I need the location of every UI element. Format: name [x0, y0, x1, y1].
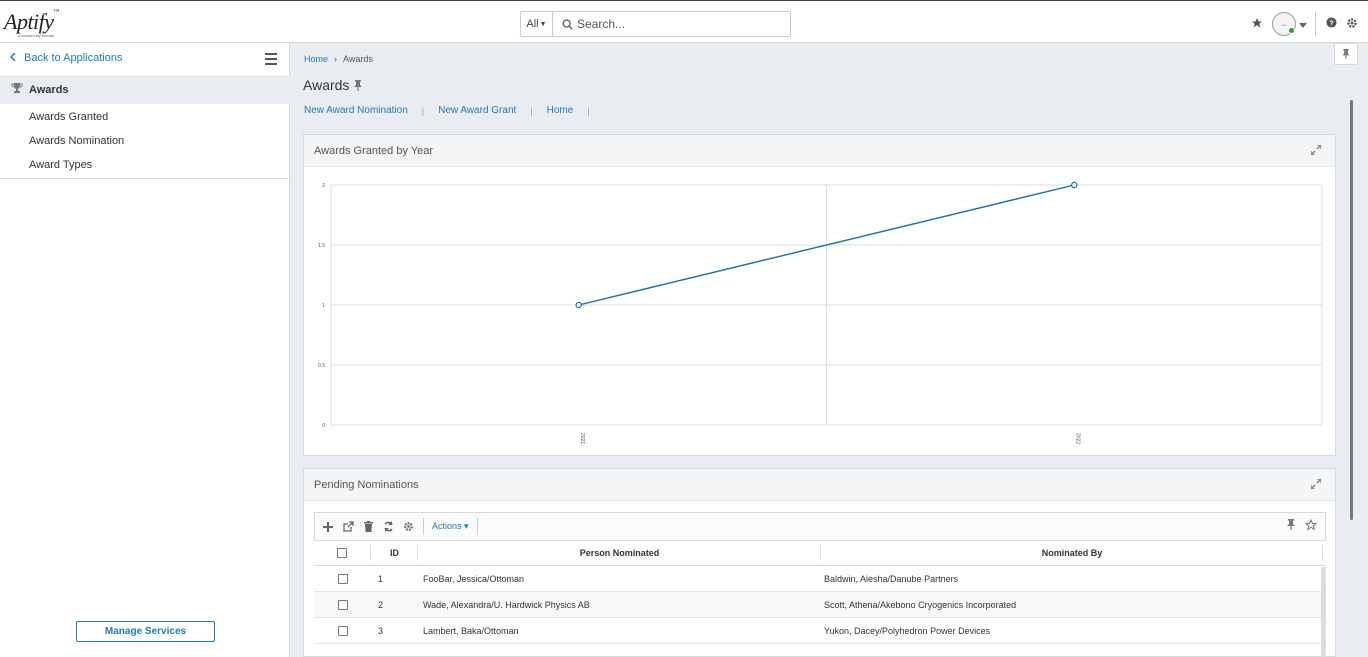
data-point: [1071, 181, 1078, 189]
grid-settings-gear-icon[interactable]: [401, 521, 415, 532]
row-checkbox[interactable]: [338, 618, 348, 643]
main-scrollbar[interactable]: [1350, 100, 1353, 520]
pending-nominations-card: Pending Nominations Actions ▾ ID Person …: [303, 468, 1336, 657]
new-award-grant-link[interactable]: New Award Grant: [438, 105, 516, 116]
table-row[interactable]: 2 Wade, Alexandra/U. Hardwick Physics AB…: [314, 592, 1326, 618]
page-action-links: New Award Nomination | New Award Grant |…: [304, 105, 604, 116]
link-separator: |: [530, 105, 533, 116]
chart-card-header: Awards Granted by Year: [304, 135, 1335, 167]
new-award-nomination-link[interactable]: New Award Nomination: [304, 105, 408, 116]
column-header-person-nominated[interactable]: Person Nominated: [419, 541, 820, 565]
table-row[interactable]: 1 FooBar, Jessica/Ottoman Baldwin, Aiesh…: [314, 566, 1326, 592]
y-tick-label: 2: [322, 183, 325, 189]
y-tick-label: 0: [322, 423, 325, 429]
x-tick-label: 2022: [1074, 433, 1080, 444]
chart-card-title: Awards Granted by Year: [314, 144, 434, 157]
y-tick-label: 0.5: [318, 363, 325, 369]
search-input[interactable]: [577, 17, 777, 31]
logo-tagline: a community brands: [18, 33, 55, 38]
top-bar: Aptify™ a community brands All▼ user ?: [0, 0, 1368, 43]
y-tick-label: 1: [322, 303, 325, 309]
breadcrumb-home[interactable]: Home: [304, 54, 328, 64]
trophy-icon: [11, 82, 23, 97]
back-to-applications-link[interactable]: Back to Applications: [9, 52, 122, 64]
pin-icon: [1342, 49, 1350, 59]
pin-panel-button[interactable]: [1334, 43, 1358, 65]
y-tick-label: 1.5: [318, 243, 325, 249]
sidebar-item-awards-nomination[interactable]: Awards Nomination: [29, 135, 124, 147]
online-status-dot: [1288, 27, 1295, 34]
delete-trash-icon[interactable]: [361, 521, 375, 532]
page-title: Awards: [303, 77, 350, 93]
link-separator: |: [421, 105, 425, 116]
breadcrumb-current: Awards: [343, 54, 373, 64]
toolbar-divider: [476, 518, 478, 535]
svg-text:?: ?: [1329, 18, 1334, 27]
pin-icon[interactable]: [354, 80, 362, 94]
data-point: [575, 301, 582, 309]
favorite-star-outline-icon[interactable]: [1304, 518, 1318, 534]
nominations-grid: ID Person Nominated Nominated By 1 FooBa…: [314, 541, 1326, 657]
sidebar: Back to Applications Awards Awards Grant…: [0, 43, 290, 657]
search-icon: [557, 18, 577, 30]
breadcrumb-separator: ›: [334, 54, 338, 64]
caret-down-icon: ▼: [539, 20, 547, 28]
table-row[interactable]: 3 Lambert, Baka/Ottoman Yukon, Dacey/Pol…: [314, 618, 1326, 644]
row-id: 1: [378, 573, 384, 584]
row-person-nominated: FooBar, Jessica/Ottoman: [423, 573, 525, 584]
grid-scrollbar[interactable]: [1321, 567, 1326, 657]
search-scope-dropdown[interactable]: All ▼: [521, 12, 553, 36]
sidebar-item-awards[interactable]: Awards: [0, 75, 290, 104]
column-header-id[interactable]: ID: [390, 541, 399, 565]
pin-icon[interactable]: [1287, 519, 1295, 534]
select-all-checkbox[interactable]: [337, 541, 347, 565]
sidebar-item-awards-granted[interactable]: Awards Granted: [29, 111, 108, 123]
expand-icon[interactable]: [1310, 478, 1322, 492]
expand-icon[interactable]: [1310, 144, 1322, 158]
add-icon[interactable]: [321, 521, 335, 532]
actions-dropdown[interactable]: Actions ▾: [432, 521, 469, 532]
x-tick-label: 2021: [579, 433, 585, 444]
row-checkbox[interactable]: [338, 566, 348, 591]
column-header-nominated-by[interactable]: Nominated By: [822, 541, 1322, 565]
menu-toggle-icon[interactable]: [265, 53, 277, 68]
table-card-header: Pending Nominations: [304, 469, 1335, 501]
awards-granted-chart-card: Awards Granted by Year 0 0.5 1 1.5 2 2021 2022: [303, 134, 1336, 456]
row-nominated-by: Baldwin, Aiesha/Danube Partners: [824, 573, 959, 584]
app-logo[interactable]: Aptify™: [4, 9, 59, 35]
row-nominated-by: Scott, Athena/Akebono Cryogenics Incorpo…: [824, 599, 1017, 610]
global-search: All ▼: [520, 11, 791, 37]
sidebar-item-award-types[interactable]: Award Types: [29, 159, 92, 171]
open-new-window-icon[interactable]: [341, 521, 355, 532]
user-menu-caret-icon[interactable]: [1299, 20, 1307, 32]
awards-line-chart: 0 0.5 1 1.5 2 2021 2022: [318, 181, 1323, 444]
toolbar-divider: [1315, 12, 1316, 36]
toolbar-divider: [423, 518, 424, 535]
manage-services-button[interactable]: Manage Services: [76, 621, 215, 642]
breadcrumb: Home › Awards: [304, 54, 373, 64]
help-icon[interactable]: ?: [1326, 17, 1337, 31]
row-nominated-by: Yukon, Dacey/Polyhedron Power Devices: [824, 625, 991, 636]
chevron-left-icon: [9, 52, 16, 64]
sidebar-divider: [0, 178, 290, 179]
caret-down-icon: ▾: [464, 521, 469, 531]
row-person-nominated: Lambert, Baka/Ottoman: [423, 625, 519, 636]
table-card-title: Pending Nominations: [314, 478, 419, 491]
row-person-nominated: Wade, Alexandra/U. Hardwick Physics AB: [423, 599, 590, 610]
row-id: 3: [378, 625, 384, 636]
grid-toolbar-right: [1287, 518, 1318, 534]
favorites-star-icon[interactable]: [1251, 17, 1263, 32]
row-checkbox[interactable]: [338, 592, 348, 617]
row-id: 2: [378, 599, 384, 610]
grid-toolbar: Actions ▾: [314, 512, 1326, 541]
refresh-icon[interactable]: [381, 521, 395, 532]
grid-header-row: ID Person Nominated Nominated By: [314, 541, 1326, 566]
settings-gear-icon[interactable]: [1346, 17, 1358, 32]
link-separator: |: [587, 105, 590, 116]
home-link[interactable]: Home: [547, 105, 574, 116]
